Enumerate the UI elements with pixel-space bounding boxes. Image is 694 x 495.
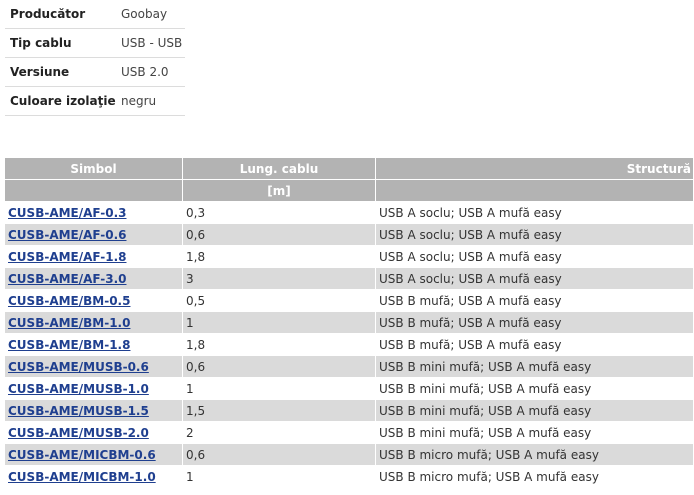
cell-lung: 0,6 — [182, 223, 376, 246]
spec-label: Tip cablu — [5, 28, 116, 58]
table-header-row: Simbol Lung. cablu Structură — [4, 157, 694, 180]
cell-lung: 1,5 — [182, 399, 376, 422]
cell-lung: 2 — [182, 421, 376, 444]
spec-label: Culoare izolaţie — [5, 86, 116, 116]
cell-lung: 1 — [182, 377, 376, 400]
cell-structura: USB A soclu; USB A mufă easy — [375, 267, 694, 290]
cell-simbol: CUSB-AME/AF-0.3 — [4, 201, 183, 224]
cell-structura: USB B mufă; USB A mufă easy — [375, 311, 694, 334]
cell-structura: USB B mufă; USB A mufă easy — [375, 333, 694, 356]
cell-structura: USB A soclu; USB A mufă easy — [375, 223, 694, 246]
column-header-lung: Lung. cablu — [182, 157, 376, 180]
spec-label: Versiune — [5, 57, 116, 87]
spec-value: USB 2.0 — [116, 57, 185, 87]
product-link[interactable]: CUSB-AME/BM-1.8 — [8, 338, 130, 352]
cell-simbol: CUSB-AME/BM-0.5 — [4, 289, 183, 312]
cell-structura: USB A soclu; USB A mufă easy — [375, 201, 694, 224]
cell-structura: USB B micro mufă; USB A mufă easy — [375, 465, 694, 488]
cell-lung: 3 — [182, 267, 376, 290]
cell-simbol: CUSB-AME/BM-1.0 — [4, 311, 183, 334]
table-unit-row: [m] — [4, 179, 694, 202]
spec-value: Goobay — [116, 0, 185, 29]
product-link[interactable]: CUSB-AME/BM-0.5 — [8, 294, 130, 308]
product-link[interactable]: CUSB-AME/AF-0.3 — [8, 206, 126, 220]
spec-row: Culoare izolaţie negru — [5, 86, 185, 116]
product-link[interactable]: CUSB-AME/AF-3.0 — [8, 272, 126, 286]
product-link[interactable]: CUSB-AME/AF-0.6 — [8, 228, 126, 242]
cell-lung: 0,5 — [182, 289, 376, 312]
table-row: CUSB-AME/MICBM-0.6 0,6 USB B micro mufă;… — [4, 443, 694, 466]
unit-cell-lung: [m] — [182, 179, 376, 202]
table-row: CUSB-AME/AF-3.0 3 USB A soclu; USB A muf… — [4, 267, 694, 290]
cell-structura: USB B mufă; USB A mufă easy — [375, 289, 694, 312]
cell-lung: 1 — [182, 311, 376, 334]
cell-simbol: CUSB-AME/MICBM-1.0 — [4, 465, 183, 488]
product-link[interactable]: CUSB-AME/BM-1.0 — [8, 316, 130, 330]
cell-lung: 0,6 — [182, 443, 376, 466]
cell-lung: 1,8 — [182, 245, 376, 268]
unit-cell-structura — [375, 179, 694, 202]
cell-lung: 0,3 — [182, 201, 376, 224]
column-header-simbol: Simbol — [4, 157, 183, 180]
cell-lung: 1 — [182, 465, 376, 488]
spec-value: negru — [116, 86, 185, 116]
cell-structura: USB B mini mufă; USB A mufă easy — [375, 399, 694, 422]
table-row: CUSB-AME/MUSB-1.5 1,5 USB B mini mufă; U… — [4, 399, 694, 422]
unit-cell-simbol — [4, 179, 183, 202]
table-row: CUSB-AME/MUSB-0.6 0,6 USB B mini mufă; U… — [4, 355, 694, 378]
table-row: CUSB-AME/MICBM-1.0 1 USB B micro mufă; U… — [4, 465, 694, 488]
spec-row: Tip cablu USB - USB — [5, 28, 185, 58]
cell-structura: USB B micro mufă; USB A mufă easy — [375, 443, 694, 466]
table-row: CUSB-AME/BM-1.8 1,8 USB B mufă; USB A mu… — [4, 333, 694, 356]
cell-structura: USB B mini mufă; USB A mufă easy — [375, 355, 694, 378]
table-row: CUSB-AME/BM-0.5 0,5 USB B mufă; USB A mu… — [4, 289, 694, 312]
product-table: Simbol Lung. cablu Structură [m] CUSB-AM… — [4, 157, 694, 488]
cell-simbol: CUSB-AME/MUSB-2.0 — [4, 421, 183, 444]
product-link[interactable]: CUSB-AME/MICBM-0.6 — [8, 448, 156, 462]
table-row: CUSB-AME/AF-0.3 0,3 USB A soclu; USB A m… — [4, 201, 694, 224]
specs-table: Producător Goobay Tip cablu USB - USB Ve… — [5, 0, 185, 116]
product-link[interactable]: CUSB-AME/MICBM-1.0 — [8, 470, 156, 484]
cell-simbol: CUSB-AME/MICBM-0.6 — [4, 443, 183, 466]
column-header-structura: Structură — [375, 157, 694, 180]
spec-value: USB - USB — [116, 28, 185, 58]
cell-lung: 0,6 — [182, 355, 376, 378]
cell-structura: USB A soclu; USB A mufă easy — [375, 245, 694, 268]
product-link[interactable]: CUSB-AME/AF-1.8 — [8, 250, 126, 264]
cell-simbol: CUSB-AME/AF-1.8 — [4, 245, 183, 268]
cell-simbol: CUSB-AME/BM-1.8 — [4, 333, 183, 356]
cell-simbol: CUSB-AME/MUSB-1.5 — [4, 399, 183, 422]
spec-row: Producător Goobay — [5, 0, 185, 29]
product-link[interactable]: CUSB-AME/MUSB-1.5 — [8, 404, 149, 418]
cell-structura: USB B mini mufă; USB A mufă easy — [375, 377, 694, 400]
spec-label: Producător — [5, 0, 116, 29]
cell-simbol: CUSB-AME/MUSB-0.6 — [4, 355, 183, 378]
cell-simbol: CUSB-AME/MUSB-1.0 — [4, 377, 183, 400]
table-row: CUSB-AME/AF-0.6 0,6 USB A soclu; USB A m… — [4, 223, 694, 246]
cell-simbol: CUSB-AME/AF-3.0 — [4, 267, 183, 290]
cell-simbol: CUSB-AME/AF-0.6 — [4, 223, 183, 246]
table-row: CUSB-AME/MUSB-1.0 1 USB B mini mufă; USB… — [4, 377, 694, 400]
product-link[interactable]: CUSB-AME/MUSB-0.6 — [8, 360, 149, 374]
table-row: CUSB-AME/BM-1.0 1 USB B mufă; USB A mufă… — [4, 311, 694, 334]
table-row: CUSB-AME/MUSB-2.0 2 USB B mini mufă; USB… — [4, 421, 694, 444]
product-link[interactable]: CUSB-AME/MUSB-1.0 — [8, 382, 149, 396]
product-link[interactable]: CUSB-AME/MUSB-2.0 — [8, 426, 149, 440]
cell-structura: USB B mini mufă; USB A mufă easy — [375, 421, 694, 444]
spec-row: Versiune USB 2.0 — [5, 57, 185, 87]
cell-lung: 1,8 — [182, 333, 376, 356]
table-row: CUSB-AME/AF-1.8 1,8 USB A soclu; USB A m… — [4, 245, 694, 268]
